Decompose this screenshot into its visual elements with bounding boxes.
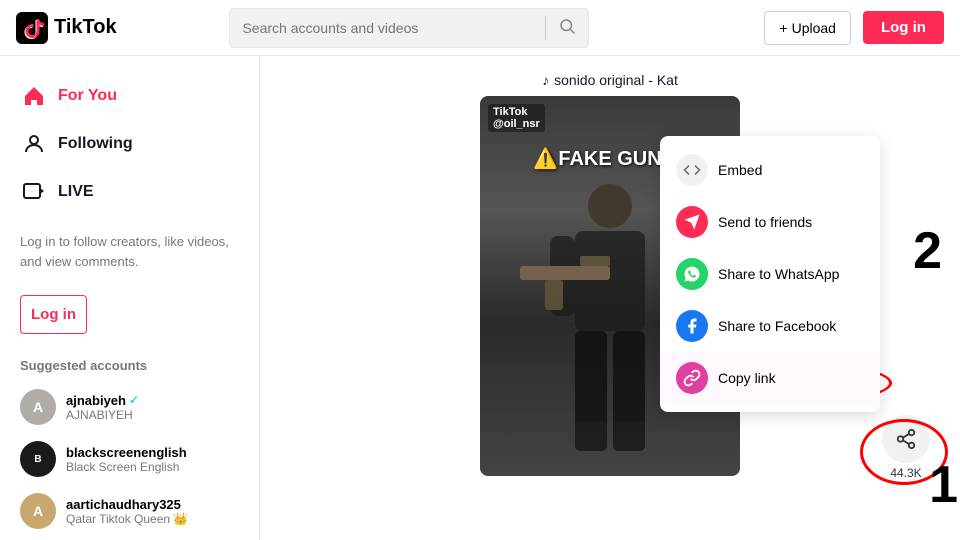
share-button-area: 44.3K	[882, 415, 930, 480]
link-icon	[683, 369, 701, 387]
share-friends[interactable]: Send to friends	[660, 196, 880, 248]
send-icon	[683, 213, 701, 231]
facebook-icon	[683, 317, 701, 335]
share-button[interactable]	[882, 415, 930, 463]
video-watermark: TikTok @oil_nsr	[488, 104, 545, 132]
audio-text: sonido original - Kat	[554, 72, 678, 88]
search-bar	[229, 8, 589, 48]
link-icon-circle	[676, 362, 708, 394]
account-aarti[interactable]: A aartichaudhary325 Qatar Tiktok Queen 👑	[0, 485, 259, 537]
facebook-label: Share to Facebook	[718, 318, 836, 334]
account-blackscreen[interactable]: B blackscreenenglish Black Screen Englis…	[0, 433, 259, 485]
whatsapp-label: Share to WhatsApp	[718, 266, 839, 282]
nav-following[interactable]: Following	[0, 120, 259, 168]
send-friends-label: Send to friends	[718, 214, 812, 230]
whatsapp-icon-circle	[676, 258, 708, 290]
following-label: Following	[58, 135, 133, 153]
header-right: + Upload Log in	[764, 11, 944, 45]
search-button[interactable]	[546, 17, 588, 38]
login-prompt: Log in to follow creators, like videos, …	[0, 220, 259, 283]
watermark-user: @oil_nsr	[493, 118, 540, 130]
whatsapp-icon	[683, 265, 701, 283]
video-overlay: TikTok @oil_nsr	[488, 104, 545, 132]
annotation-number-1: 1	[929, 455, 958, 515]
account-ajnabiyeh[interactable]: A ajnabiyeh ✓ AJNABIYEH	[0, 381, 259, 433]
verified-icon: ✓	[129, 393, 139, 407]
share-embed[interactable]: Embed	[660, 144, 880, 196]
main-content: ♪ sonido original - Kat TikTok @oil_nsr …	[260, 56, 960, 540]
share-copy-link[interactable]: Copy link	[660, 352, 880, 404]
home-icon	[20, 82, 48, 110]
annotation-number-2: 2	[913, 221, 942, 281]
music-note-icon: ♪	[542, 72, 549, 88]
account-info-ajnabiyeh: ajnabiyeh ✓ AJNABIYEH	[66, 393, 139, 422]
account-name-blackscreen: blackscreenenglish	[66, 445, 187, 460]
live-label: LIVE	[58, 183, 94, 201]
share-facebook[interactable]: Share to Facebook	[660, 300, 880, 352]
audio-info: ♪ sonido original - Kat	[542, 72, 678, 88]
tiktok-logo-icon	[16, 12, 48, 44]
watermark-brand: TikTok	[493, 106, 527, 118]
suggested-accounts-title: Suggested accounts	[0, 346, 259, 381]
copy-link-label: Copy link	[718, 370, 776, 386]
avatar-aarti: A	[20, 493, 56, 529]
search-icon	[558, 17, 576, 35]
sidebar: For You Following LIVE Log in to follow …	[0, 56, 260, 540]
embed-label: Embed	[718, 162, 762, 178]
person-icon	[20, 130, 48, 158]
for-you-label: For You	[58, 87, 117, 105]
header: TikTok + Upload Log in	[0, 0, 960, 56]
nav-live[interactable]: LIVE	[0, 168, 259, 216]
logo-text: TikTok	[54, 16, 117, 39]
upload-button[interactable]: + Upload	[764, 11, 851, 45]
avatar-blackscreen: B	[20, 441, 56, 477]
account-name-ajnabiyeh: ajnabiyeh ✓	[66, 393, 139, 408]
login-button[interactable]: Log in	[863, 11, 944, 44]
share-count: 44.3K	[890, 466, 921, 480]
avatar-ajnabiyeh: A	[20, 389, 56, 425]
search-input[interactable]	[230, 20, 545, 36]
account-name-aarti: aartichaudhary325	[66, 497, 188, 512]
live-icon	[20, 178, 48, 206]
account-info-aarti: aartichaudhary325 Qatar Tiktok Queen 👑	[66, 497, 188, 526]
share-menu: Embed Send to friends Share to WhatsApp …	[660, 136, 880, 412]
account-sub-aarti: Qatar Tiktok Queen 👑	[66, 512, 188, 526]
upload-label: Upload	[792, 20, 836, 36]
share-whatsapp[interactable]: Share to WhatsApp	[660, 248, 880, 300]
logo: TikTok	[16, 12, 136, 44]
account-sub-blackscreen: Black Screen English	[66, 460, 187, 474]
login-sidebar-button[interactable]: Log in	[20, 295, 87, 334]
embed-icon-circle	[676, 154, 708, 186]
account-info-blackscreen: blackscreenenglish Black Screen English	[66, 445, 187, 474]
plus-icon: +	[779, 20, 787, 36]
account-sub-ajnabiyeh: AJNABIYEH	[66, 408, 139, 422]
embed-icon	[683, 161, 701, 179]
nav-for-you[interactable]: For You	[0, 72, 259, 120]
content-area: For You Following LIVE Log in to follow …	[0, 56, 960, 540]
facebook-icon-circle	[676, 310, 708, 342]
send-icon-circle	[676, 206, 708, 238]
share-icon	[895, 428, 917, 450]
